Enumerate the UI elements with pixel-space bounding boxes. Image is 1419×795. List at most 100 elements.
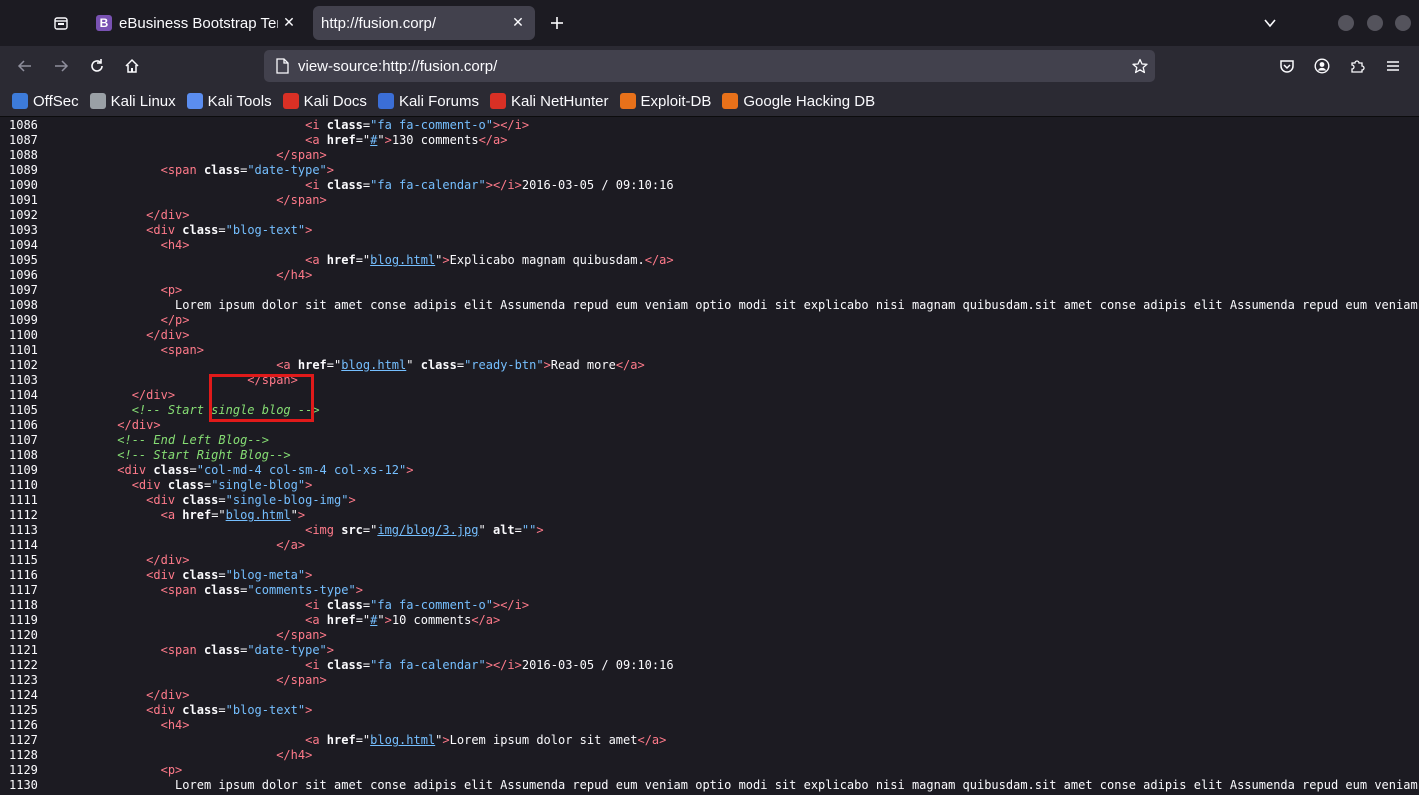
source-token: [45, 778, 175, 792]
reload-button[interactable]: [83, 52, 111, 80]
bookmark-kali-linux[interactable]: Kali Linux: [89, 93, 176, 110]
line-number: 1130: [9, 778, 38, 792]
page-info-icon[interactable]: [274, 58, 290, 74]
source-token: [45, 523, 305, 537]
bookmark-kali-docs[interactable]: Kali Docs: [282, 93, 367, 110]
source-line: 1114 </a>: [0, 538, 1419, 553]
source-code: <a href="blog.html">: [45, 508, 306, 523]
source-line: 1121 <span class="date-type">: [0, 643, 1419, 658]
source-token: [45, 268, 276, 282]
source-token: [45, 493, 146, 507]
source-token: =: [218, 493, 226, 507]
source-token: </span>: [276, 673, 327, 687]
source-token: [45, 673, 276, 687]
account-button[interactable]: [1308, 52, 1336, 80]
source-token: class: [326, 178, 363, 192]
forward-button[interactable]: [47, 52, 75, 80]
source-link[interactable]: img/blog/3.jpg: [377, 523, 478, 537]
source-token: >: [406, 463, 414, 477]
firefox-view-button[interactable]: [46, 8, 76, 38]
new-tab-button[interactable]: [544, 10, 570, 36]
source-code: <p>: [45, 763, 183, 778]
source-token: >: [305, 568, 313, 582]
kali-forums-icon: [377, 93, 394, 109]
source-token: src: [341, 523, 363, 537]
source-token: class: [326, 658, 363, 672]
source-link[interactable]: blog.html: [370, 733, 435, 747]
bookmark-kali-tools[interactable]: Kali Tools: [186, 92, 272, 110]
source-code: <!-- End Left Blog-->: [45, 433, 269, 448]
source-token: [45, 688, 146, 702]
source-token: href: [182, 508, 212, 522]
bookmark-offsec[interactable]: OffSec: [12, 93, 79, 110]
bookmark-google-hacking-db[interactable]: Google Hacking DB: [722, 93, 875, 110]
line-number: 1106: [9, 418, 38, 432]
source-token: [45, 133, 305, 147]
bookmark-exploit-db[interactable]: Exploit-DB: [619, 93, 711, 110]
source-token: [45, 718, 161, 732]
source-token: "fa fa-comment-o": [370, 118, 493, 132]
source-link[interactable]: blog.html: [341, 358, 406, 372]
source-link[interactable]: blog.html: [226, 508, 291, 522]
source-token: </a>: [644, 253, 674, 267]
source-line: 1100 </div>: [0, 328, 1419, 343]
source-token: =: [218, 703, 226, 717]
bootstrap-favicon-icon: B: [96, 15, 112, 31]
bookmark-kali-nethunter[interactable]: Kali NetHunter: [489, 93, 609, 110]
source-token: ></i>: [485, 658, 522, 672]
forward-arrow-icon: [55, 60, 69, 72]
line-number: 1094: [9, 238, 38, 252]
list-all-tabs-button[interactable]: [1259, 12, 1281, 34]
source-line: 1118 <i class="fa fa-comment-o"></i>: [0, 598, 1419, 613]
bookmark-label: Kali Forums: [398, 92, 479, 110]
back-button[interactable]: [11, 52, 39, 80]
home-button[interactable]: [118, 52, 146, 80]
source-token: [45, 283, 161, 297]
source-token: "date-type": [247, 163, 327, 177]
source-token: <i: [305, 598, 327, 612]
source-token: >: [297, 508, 306, 522]
url-text[interactable]: view-source:http://fusion.corp/: [298, 58, 1125, 75]
source-token: ": [290, 508, 298, 522]
bookmark-label: Kali Tools: [207, 92, 272, 110]
source-token: href: [326, 733, 356, 747]
source-token: href: [326, 253, 356, 267]
source-link[interactable]: blog.html: [370, 253, 435, 267]
tab-close-icon[interactable]: ✕: [278, 15, 300, 31]
source-token: 2016-03-05 / 09:10:16: [521, 658, 674, 672]
tab-close-icon[interactable]: ✕: [507, 15, 529, 31]
address-bar[interactable]: view-source:http://fusion.corp/: [264, 50, 1155, 82]
source-line: 1093 <div class="blog-text">: [0, 223, 1419, 238]
source-token: "fa fa-calendar": [370, 658, 486, 672]
minimize-window-button[interactable]: [1338, 15, 1354, 31]
pocket-button[interactable]: [1273, 52, 1301, 80]
source-token: >: [305, 478, 313, 492]
extensions-button[interactable]: [1343, 52, 1371, 80]
bookmark-kali-forums[interactable]: Kali Forums: [377, 92, 479, 110]
line-number: 1122: [9, 658, 38, 672]
source-code: </div>: [45, 553, 189, 568]
source-token: <a: [305, 133, 327, 147]
source-token: [45, 253, 305, 267]
line-number: 1087: [9, 133, 38, 147]
source-token: <a: [305, 253, 327, 267]
source-token: [45, 313, 161, 327]
source-token: <i: [305, 658, 327, 672]
bookmark-star-icon[interactable]: [1125, 58, 1155, 74]
close-window-button[interactable]: [1395, 15, 1411, 31]
maximize-window-button[interactable]: [1367, 15, 1383, 31]
source-token: "single-blog": [211, 478, 306, 492]
line-number: 1099: [9, 313, 38, 327]
tab-fusion-corp[interactable]: http://fusion.corp/ ✕: [313, 6, 535, 40]
source-token: <!-- Start Right Blog-->: [117, 448, 291, 462]
source-token: [45, 118, 305, 132]
line-number: 1121: [9, 643, 38, 657]
source-token: ": [377, 613, 385, 627]
source-token: 10 comments: [391, 613, 472, 627]
line-number: 1103: [9, 373, 38, 387]
source-code: </div>: [45, 208, 189, 223]
app-menu-button[interactable]: [1379, 52, 1407, 80]
source-token: <i: [305, 118, 327, 132]
source-token: [45, 463, 117, 477]
tab-ebusiness[interactable]: B eBusiness Bootstrap Template ✕: [88, 6, 306, 40]
